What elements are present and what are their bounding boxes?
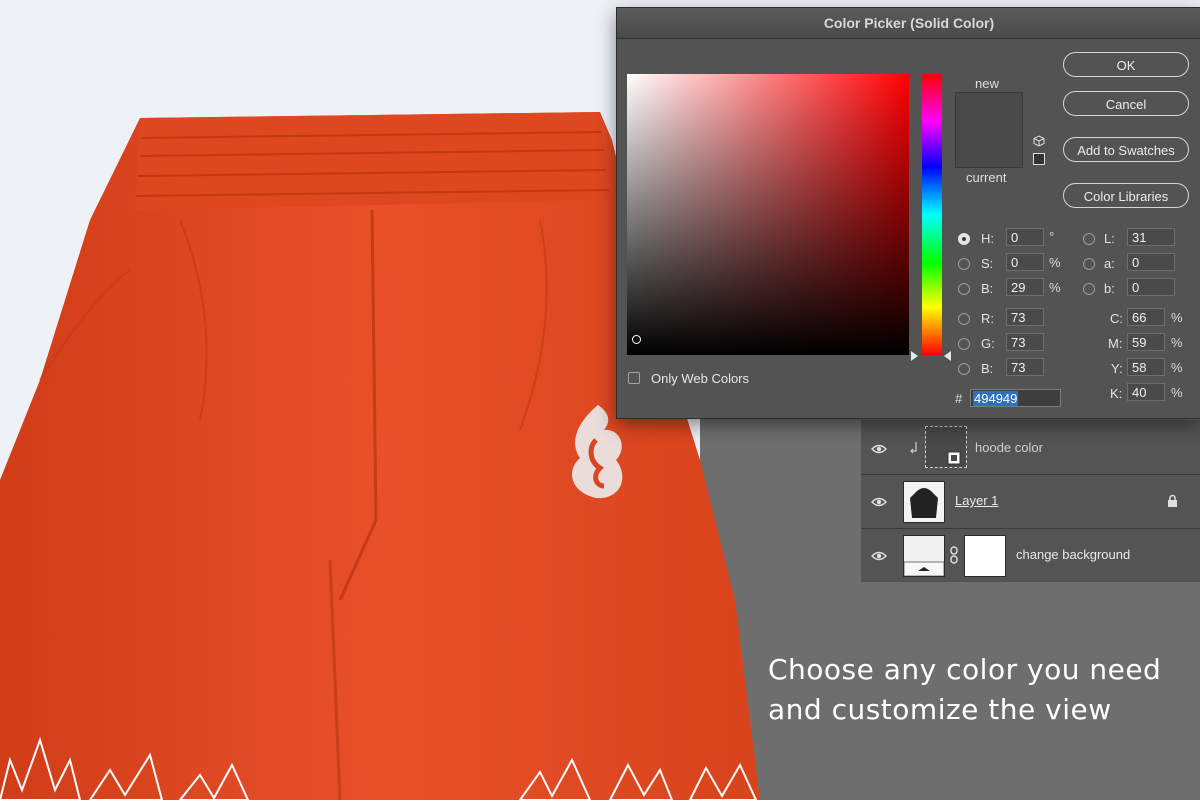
percent-unit: %: [1171, 385, 1183, 400]
adjustment-layer-icon: [947, 451, 961, 465]
blue-input[interactable]: 73: [1006, 358, 1044, 376]
new-color-label: new: [975, 76, 999, 91]
hex-value-text: 494949: [973, 391, 1019, 406]
hoodie-thumbnail-icon: [903, 481, 945, 523]
percent-unit: %: [1049, 280, 1061, 295]
hue-input[interactable]: 0: [1006, 228, 1044, 246]
black-label: K:: [1110, 386, 1123, 401]
lab-a-input[interactable]: 0: [1127, 253, 1175, 271]
only-web-colors-checkbox[interactable]: [628, 372, 640, 384]
yellow-label: Y:: [1111, 361, 1123, 376]
percent-unit: %: [1171, 335, 1183, 350]
brightness-input[interactable]: 29: [1006, 278, 1044, 296]
caption-line-1: Choose any color you need: [768, 653, 1162, 686]
blue-label: B:: [981, 361, 994, 376]
saturation-brightness-field[interactable]: [627, 74, 909, 355]
layer-row-change-background[interactable]: change background: [861, 529, 1200, 582]
hue-slider[interactable]: [922, 74, 942, 355]
visibility-eye-icon[interactable]: [871, 496, 887, 508]
hex-color-input[interactable]: 494949: [970, 389, 1061, 407]
degree-unit: °: [1049, 229, 1055, 244]
ok-button[interactable]: OK: [1063, 52, 1189, 77]
lab-b-input[interactable]: 0: [1127, 278, 1175, 296]
green-input[interactable]: 73: [1006, 333, 1044, 351]
promo-caption: Choose any color you need and customize …: [768, 650, 1188, 730]
blue-radio[interactable]: [958, 363, 970, 375]
percent-unit: %: [1049, 255, 1061, 270]
only-web-colors-label[interactable]: Only Web Colors: [651, 371, 749, 386]
lab-l-label: L:: [1104, 231, 1115, 246]
yellow-input[interactable]: 58: [1127, 358, 1165, 376]
link-chain-icon: [950, 546, 958, 564]
color-picker-dialog: Color Picker (Solid Color) new current O…: [616, 7, 1200, 419]
cyan-input[interactable]: 66: [1127, 308, 1165, 326]
green-label: G:: [981, 336, 995, 351]
layer-name[interactable]: change background: [1016, 547, 1130, 562]
red-radio[interactable]: [958, 313, 970, 325]
hue-slider-left-handle[interactable]: [911, 351, 918, 361]
layer-name[interactable]: Layer 1: [955, 493, 998, 508]
saturation-radio[interactable]: [958, 258, 970, 270]
hue-slider-right-handle[interactable]: [944, 351, 951, 361]
out-of-gamut-cube-icon[interactable]: [1033, 135, 1045, 147]
layer-row-hoode-color[interactable]: hoode color: [861, 420, 1200, 475]
red-input[interactable]: 73: [1006, 308, 1044, 326]
brightness-radio[interactable]: [958, 283, 970, 295]
visibility-eye-icon[interactable]: [871, 443, 887, 455]
lab-l-radio[interactable]: [1083, 233, 1095, 245]
layers-panel: hoode color Layer 1 change background: [861, 420, 1200, 582]
clipping-arrow-icon: [910, 442, 917, 454]
dialog-titlebar[interactable]: Color Picker (Solid Color): [617, 8, 1200, 39]
green-radio[interactable]: [958, 338, 970, 350]
saturation-input[interactable]: 0: [1006, 253, 1044, 271]
add-to-swatches-button[interactable]: Add to Swatches: [1063, 137, 1189, 162]
layer-row-layer-1[interactable]: Layer 1: [861, 475, 1200, 529]
hex-hash-label: #: [955, 391, 963, 406]
percent-unit: %: [1171, 360, 1183, 375]
lab-a-radio[interactable]: [1083, 258, 1095, 270]
percent-unit: %: [1171, 310, 1183, 325]
black-input[interactable]: 40: [1127, 383, 1165, 401]
saturation-label: S:: [981, 256, 994, 271]
color-selection-marker[interactable]: [632, 335, 641, 344]
lab-a-label: a:: [1104, 256, 1115, 271]
red-label: R:: [981, 311, 994, 326]
cancel-button[interactable]: Cancel: [1063, 91, 1189, 116]
brightness-label: B:: [981, 281, 994, 296]
lab-b-label: b:: [1104, 281, 1115, 296]
lab-l-input[interactable]: 31: [1127, 228, 1175, 246]
lab-b-radio[interactable]: [1083, 283, 1095, 295]
caption-line-2: and customize the view: [768, 693, 1112, 726]
web-safe-warning-icon[interactable]: [1033, 153, 1045, 165]
hue-radio[interactable]: [958, 233, 970, 245]
magenta-input[interactable]: 59: [1127, 333, 1165, 351]
layer-mask-thumbnail: [964, 535, 1006, 577]
lock-icon: [1168, 494, 1177, 507]
color-libraries-button[interactable]: Color Libraries: [1063, 183, 1189, 208]
levels-thumbnail-icon: [903, 535, 945, 577]
layer-name[interactable]: hoode color: [975, 440, 1043, 455]
current-color-label: current: [966, 170, 1007, 185]
cyan-label: C:: [1110, 311, 1123, 326]
visibility-eye-icon[interactable]: [871, 550, 887, 562]
dialog-title: Color Picker (Solid Color): [823, 15, 995, 31]
color-preview-swatch: [955, 92, 1023, 168]
magenta-label: M:: [1108, 336, 1123, 351]
hue-label: H:: [981, 231, 994, 246]
